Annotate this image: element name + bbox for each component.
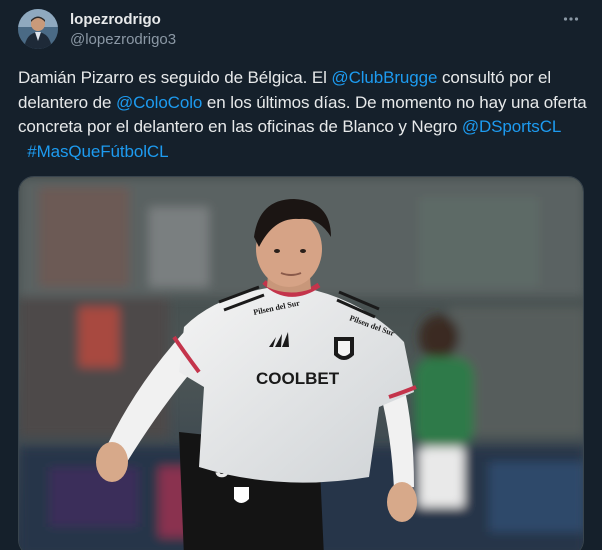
author-handle[interactable]: @lopezrodrigo3 <box>70 31 176 48</box>
author-name[interactable]: lopezrodrigo <box>70 11 161 28</box>
tweet: lopezrodrigo @lopezrodrigo3 Damián Pizar… <box>0 0 602 550</box>
tweet-photo[interactable]: 9 COOLBET Pilsen del Sur Pilsen del Sur <box>18 176 584 550</box>
hashtag-masquefutbolcl[interactable]: #MasQueFútbolCL <box>27 142 168 161</box>
tweet-text: Damián Pizarro es seguido de Bélgica. El… <box>18 66 588 164</box>
more-options-button[interactable] <box>558 6 584 32</box>
mention-colocolo[interactable]: @ColoColo <box>116 93 202 112</box>
mention-dsportscl[interactable]: @DSportsCL <box>462 117 561 136</box>
shirt-sponsor: COOLBET <box>256 369 340 388</box>
mention-clubbrugge[interactable]: @ClubBrugge <box>331 68 437 87</box>
more-horizontal-icon <box>563 17 579 21</box>
avatar[interactable] <box>18 9 58 49</box>
tweet-text-segment <box>18 142 27 161</box>
tweet-text-segment: Damián Pizarro es seguido de Bélgica. El <box>18 68 332 87</box>
avatar-image <box>18 9 58 49</box>
football-player-photo: 9 COOLBET Pilsen del Sur Pilsen del Sur <box>19 177 583 550</box>
